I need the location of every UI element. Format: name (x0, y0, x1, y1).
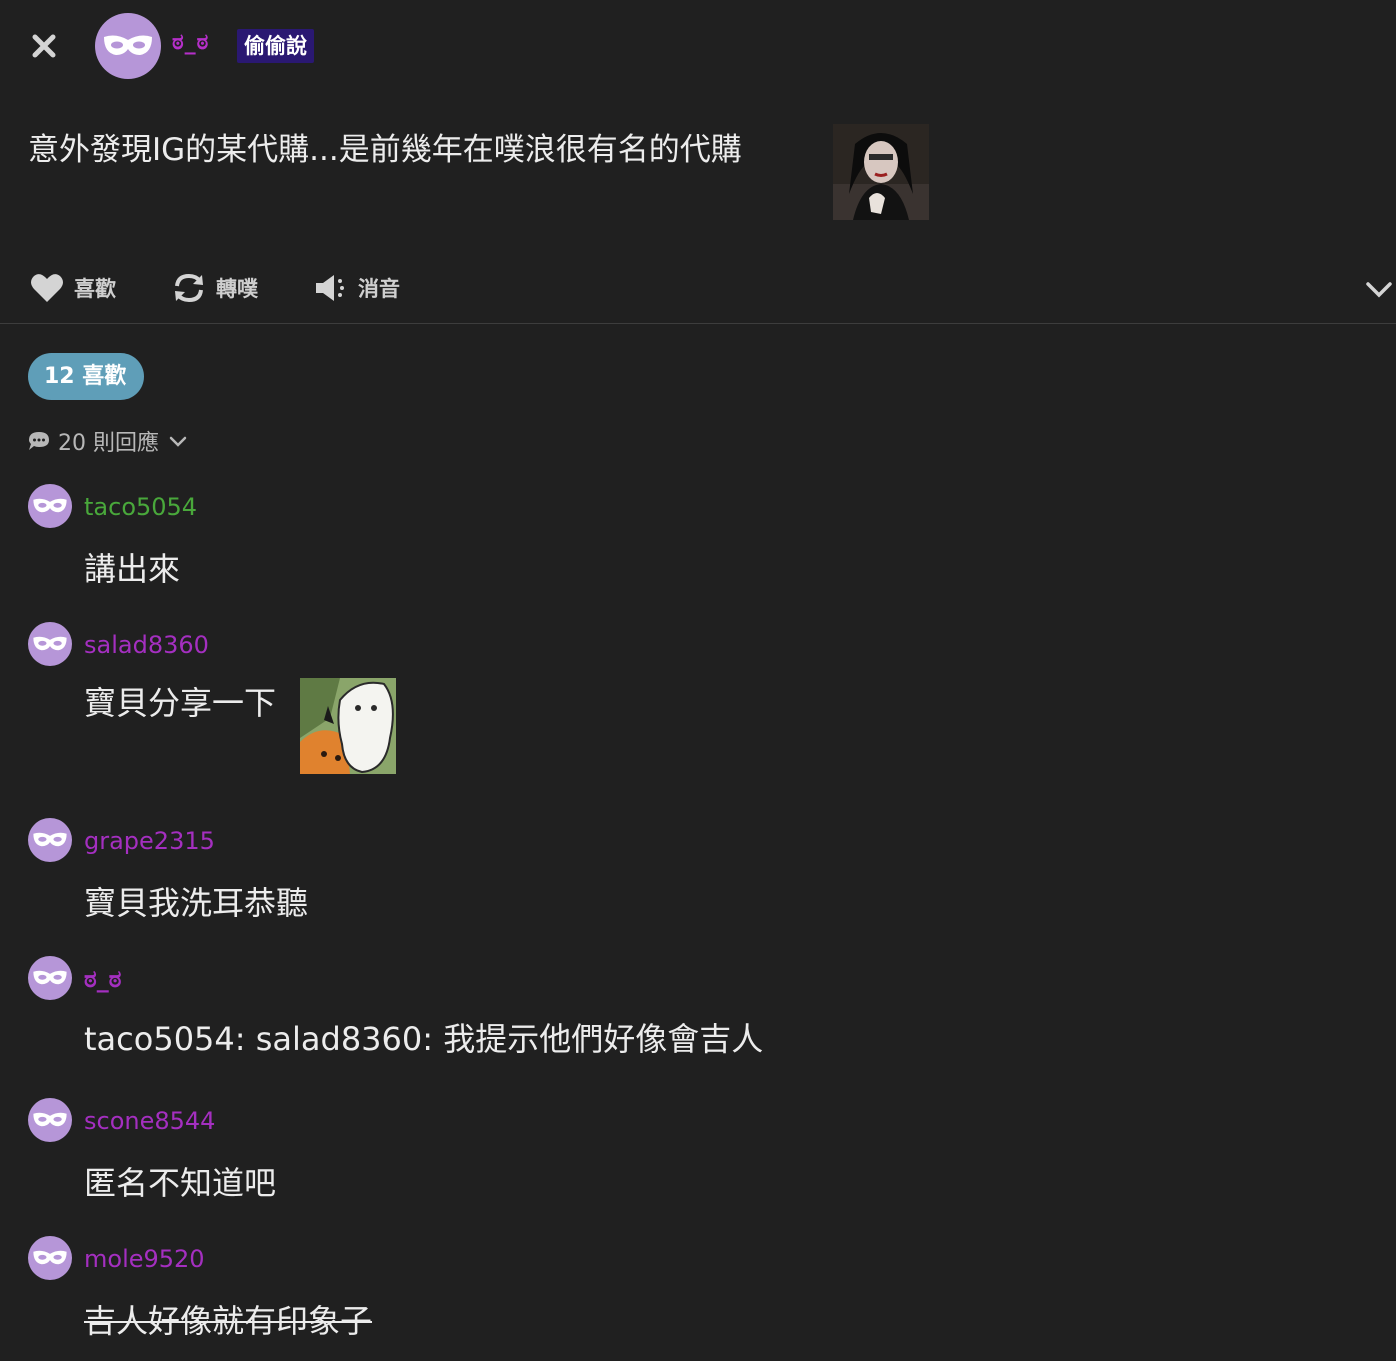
response-avatar[interactable] (28, 1098, 72, 1142)
mute-button[interactable]: 消音 (314, 262, 400, 314)
response-avatar[interactable] (28, 956, 72, 1000)
poster-avatar[interactable] (95, 13, 161, 79)
responses-toggle[interactable]: 20 則回應 (28, 425, 189, 457)
heart-icon (31, 274, 63, 302)
response-text: taco5054: salad8360: 我提示他們好像會吉人 (84, 1020, 764, 1058)
mask-icon (104, 35, 152, 55)
response-item: salad8360 寶貝分享一下 (28, 622, 1368, 782)
response-text: 吉人好像就有印象子 (84, 1302, 373, 1340)
post-header: ಠ_ಠ 偷偷說 (0, 0, 1396, 92)
response-author[interactable]: grape2315 (84, 827, 215, 855)
replurk-label: 轉噗 (216, 277, 258, 301)
mute-label: 消音 (358, 277, 400, 301)
response-item: grape2315 寶貝我洗耳恭聽 (28, 818, 1368, 928)
response-avatar[interactable] (28, 818, 72, 862)
response-author[interactable]: salad8360 (84, 631, 209, 659)
response-item: taco5054 講出來 (28, 484, 1368, 594)
speaker-mute-icon (316, 275, 344, 301)
response-item: mole9520 吉人好像就有印象子 (28, 1236, 1368, 1346)
chevron-down-icon (1366, 282, 1392, 298)
post-text: 意外發現IG的某代購...是前幾年在噗浪很有名的代購 (28, 132, 742, 168)
mask-icon (33, 636, 67, 651)
mask-icon (33, 832, 67, 847)
plurk-post-view: ಠ_ಠ 偷偷說 意外發現IG的某代購...是前幾年在噗浪很有名的代購 喜歡 轉噗… (0, 0, 1396, 1361)
post-actions: 喜歡 轉噗 消音 (0, 262, 1396, 314)
responses-count-label: 20 則回應 (58, 431, 159, 456)
response-item: scone8544 匿名不知道吧 (28, 1098, 1368, 1208)
response-avatar[interactable] (28, 1236, 72, 1280)
response-avatar[interactable] (28, 484, 72, 528)
response-sticker-image (300, 678, 396, 774)
replurk-button[interactable]: 轉噗 (172, 262, 258, 314)
post-sticker-image (833, 124, 929, 220)
response-author[interactable]: mole9520 (84, 1245, 205, 1273)
like-label: 喜歡 (74, 277, 116, 301)
likes-count-button[interactable]: 12 喜歡 (28, 353, 145, 400)
chevron-down-icon (169, 436, 187, 447)
close-button[interactable] (24, 24, 64, 68)
mask-icon (33, 1112, 67, 1127)
divider (0, 323, 1396, 324)
expand-button[interactable] (1362, 272, 1396, 306)
response-text: 匿名不知道吧 (84, 1164, 277, 1202)
mask-icon (33, 498, 67, 513)
mask-icon (33, 1250, 67, 1265)
response-author[interactable]: scone8544 (84, 1107, 215, 1135)
response-text: 寶貝分享一下 (84, 684, 277, 722)
response-avatar[interactable] (28, 622, 72, 666)
response-item: ಠ_ಠ taco5054: salad8360: 我提示他們好像會吉人 (28, 956, 1368, 1066)
close-icon (32, 34, 56, 58)
like-button[interactable]: 喜歡 (30, 262, 116, 314)
replurk-icon (175, 273, 203, 303)
response-author[interactable]: ಠ_ಠ (84, 965, 121, 993)
response-author[interactable]: taco5054 (84, 493, 197, 521)
speech-bubble-icon (29, 432, 49, 450)
anonymous-badge: 偷偷說 (237, 29, 314, 63)
mask-icon (33, 970, 67, 985)
response-text: 寶貝我洗耳恭聽 (84, 884, 309, 922)
poster-name[interactable]: ಠ_ಠ (172, 30, 209, 55)
response-text: 講出來 (84, 550, 181, 588)
